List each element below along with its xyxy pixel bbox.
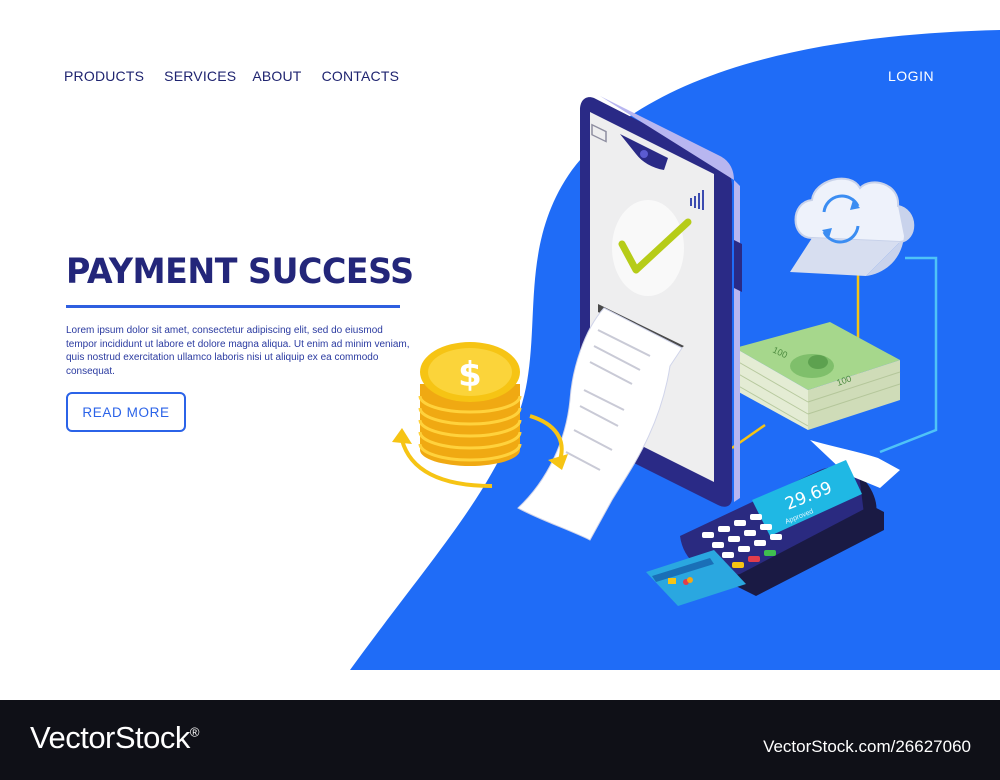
dollar-icon: $ [458, 355, 482, 395]
cloud-sync-icon [790, 177, 915, 276]
image-credit: VectorStock.com/26627060 [763, 737, 971, 756]
registered-mark: ® [189, 724, 200, 740]
landing-page: PRODUCTS SERVICES ABOUT CONTACTS LOGIN P… [0, 0, 1000, 700]
vectorstock-logo: VectorStock® [30, 720, 200, 756]
brand-name: VectorStock [30, 720, 190, 755]
footer-bar: VectorStock® VectorStock.com/26627060 [0, 700, 1000, 780]
payment-illustration: 100 100 $ 29.69 Approved [392, 96, 938, 606]
banknote-stack: 100 100 [734, 322, 901, 430]
